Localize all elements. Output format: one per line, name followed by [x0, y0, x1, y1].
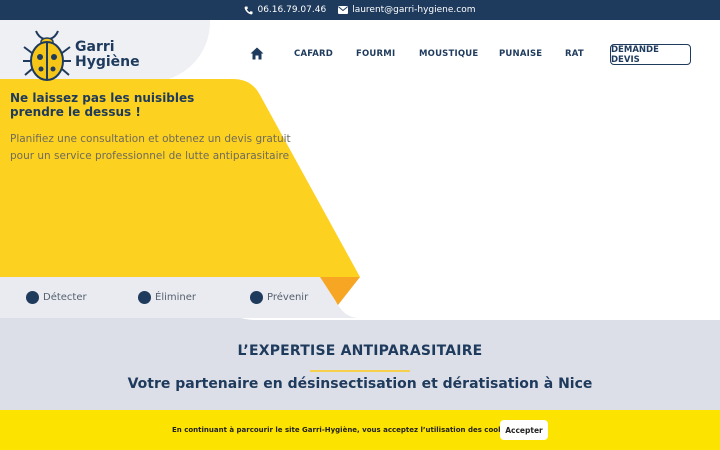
hero-subtitle: Planifiez une consultation et obtenez un… — [10, 131, 295, 165]
nav-item-moustique[interactable]: MOUSTIQUE — [419, 49, 478, 59]
cookie-banner: En continuant à parcourir le site Garri-… — [0, 410, 720, 450]
section-title: L’EXPERTISE ANTIPARASITAIRE — [237, 343, 483, 359]
nav-item-fourmi[interactable]: FOURMI — [356, 49, 395, 59]
hero-title-line1: Ne laissez pas les nuisibles — [10, 91, 195, 105]
step-dot-icon — [138, 291, 151, 304]
hero-title-line2: prendre le dessus ! — [10, 105, 141, 119]
nav-item-rat[interactable]: RAT — [565, 49, 584, 59]
nav-item-cafard[interactable]: CAFARD — [294, 49, 333, 59]
section-subtitle: Votre partenaire en désinsectisation et … — [127, 376, 593, 392]
hero-title: Ne laissez pas les nuisibles prendre le … — [10, 91, 194, 119]
nav-home[interactable] — [250, 45, 264, 64]
step-label: Prévenir — [267, 292, 309, 303]
step-detecter: Détecter — [26, 291, 87, 304]
nav-item-punaise[interactable]: PUNAISE — [499, 49, 542, 59]
step-label: Détecter — [43, 292, 87, 303]
section-divider — [310, 370, 410, 372]
step-prevenir: Prévenir — [250, 291, 308, 304]
step-label: Éliminer — [155, 292, 196, 303]
step-eliminer: Éliminer — [138, 291, 196, 304]
step-dot-icon — [26, 291, 39, 304]
hero-subtitle-line1: Planifiez une consultation et obtenez un… — [10, 133, 291, 145]
demande-devis-button[interactable]: DEMANDE DEVIS — [610, 44, 691, 65]
cookie-text: En continuant à parcourir le site Garri-… — [172, 426, 517, 434]
cookie-accept-button[interactable]: Accepter — [500, 420, 548, 440]
home-icon — [250, 47, 264, 60]
hero-subtitle-line2: pour un service professionnel de lutte a… — [10, 150, 290, 162]
main-navigation: CAFARD FOURMI MOUSTIQUE PUNAISE RAT DEMA… — [0, 44, 720, 66]
step-dot-icon — [250, 291, 263, 304]
